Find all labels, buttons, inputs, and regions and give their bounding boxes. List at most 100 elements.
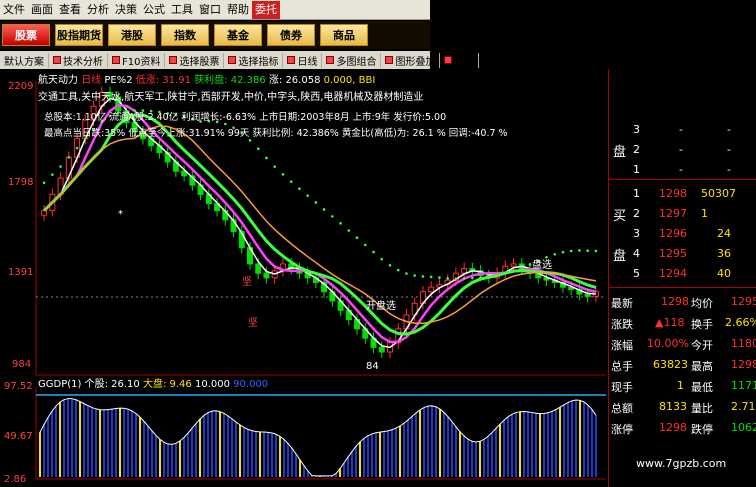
indicator-label: GGDP(1) bbox=[38, 379, 82, 390]
trend-dot bbox=[314, 201, 318, 204]
menu-tools[interactable]: 工具 bbox=[168, 1, 196, 19]
y-tick-label: 1391 bbox=[8, 267, 34, 278]
trend-dot bbox=[454, 277, 458, 280]
indicator-individual: 个股: 26.10 bbox=[84, 379, 140, 390]
toolbar-select-indicator[interactable]: 选择指标 bbox=[224, 52, 284, 68]
trend-dot bbox=[429, 275, 433, 279]
y-tick-label: 984 bbox=[12, 359, 32, 370]
chart-area[interactable]: 盘选 开盘选 坚 坚 84 * 2209 1798 1391 984 航天动力 … bbox=[0, 69, 606, 487]
category-commodities-button[interactable]: 商品 bbox=[320, 24, 368, 46]
candle-body bbox=[428, 286, 435, 293]
trend-dot bbox=[298, 187, 301, 190]
quote-divider bbox=[609, 179, 756, 180]
trend-dot bbox=[462, 277, 466, 280]
category-bar: 股票 股指期货 港股 指数 基金 债券 商品 bbox=[0, 21, 430, 49]
trend-dot bbox=[471, 276, 474, 280]
stock-header-line: 航天动力 日线 PE%2 低涨: 31.91 获利盘: 42.386 涨: 26… bbox=[38, 71, 375, 86]
annotation-pan-xuan: 盘选 bbox=[532, 258, 552, 271]
candle-body bbox=[461, 268, 468, 274]
stat-row: 现手 1 最低 1171 bbox=[611, 379, 756, 394]
ask-section-label: 盘 bbox=[613, 145, 627, 160]
indicator-v4: 90.000 bbox=[233, 379, 269, 390]
category-hk-stocks-button[interactable]: 港股 bbox=[108, 24, 156, 46]
trend-dot bbox=[479, 276, 482, 280]
menu-analysis[interactable]: 分析 bbox=[84, 1, 112, 19]
rise-text: 涨: 26.058 bbox=[268, 75, 321, 86]
toolbar-daily[interactable]: 日线 bbox=[283, 52, 323, 68]
indicator-icon bbox=[228, 56, 237, 64]
chart-icon bbox=[53, 56, 61, 64]
trend-dot bbox=[438, 276, 441, 279]
bid-row[interactable]: 1 1298 50307 bbox=[609, 183, 756, 203]
profit-text: 获利盘: 42.386 bbox=[194, 75, 266, 86]
indicator-y-tick: 2.86 bbox=[4, 474, 27, 485]
menu-view[interactable]: 画面 bbox=[28, 1, 56, 19]
menu-bar: 文件 画面 查看 分析 决策 公式 工具 窗口 帮助 委托 bbox=[0, 0, 430, 20]
trend-dot bbox=[51, 173, 54, 176]
category-bonds-button[interactable]: 债券 bbox=[267, 24, 315, 46]
trend-dot bbox=[405, 272, 408, 275]
ask-row: 盘 2 - - bbox=[613, 143, 731, 160]
trend-dot bbox=[388, 264, 392, 267]
category-index-button[interactable]: 指数 bbox=[161, 24, 209, 46]
y-tick-label: 1798 bbox=[8, 177, 34, 188]
ask-row: 3 - - bbox=[633, 123, 731, 136]
category-index-futures-button[interactable]: 股指期货 bbox=[55, 24, 103, 46]
menu-window[interactable]: 窗口 bbox=[196, 1, 224, 19]
trend-dot bbox=[42, 181, 46, 185]
toolbar-default-scheme[interactable]: 默认方案 bbox=[0, 52, 49, 68]
candle-body bbox=[378, 346, 385, 353]
list-icon bbox=[169, 56, 178, 64]
trend-dot bbox=[512, 269, 515, 272]
bid-row[interactable]: 3 1296 24 bbox=[609, 223, 756, 243]
stat-row: 最新 1298 均价 1295 bbox=[611, 295, 756, 310]
category-stocks-button[interactable]: 股票 bbox=[2, 24, 50, 46]
toolbar-f10[interactable]: F10资料 bbox=[108, 52, 166, 68]
indicator-header: GGDP(1) 个股: 26.10 大盘: 9.46 10.000 90.000 bbox=[38, 375, 268, 390]
trend-dot bbox=[347, 229, 351, 232]
toolbar-technical-analysis[interactable]: 技术分析 bbox=[49, 52, 108, 68]
indicator-y-tick: 97.52 bbox=[4, 381, 33, 392]
trend-dot bbox=[256, 147, 260, 150]
trend-dot bbox=[528, 263, 532, 266]
stat-row: 总手 63823 最高 1298 bbox=[611, 358, 756, 373]
bid-row[interactable]: 盘 4 1295 36 bbox=[609, 243, 756, 264]
trend-dot bbox=[495, 274, 499, 277]
menu-file[interactable]: 文件 bbox=[0, 1, 28, 19]
trend-dot bbox=[322, 208, 326, 211]
grid-icon bbox=[326, 56, 335, 64]
category-funds-button[interactable]: 基金 bbox=[214, 24, 262, 46]
trend-dot bbox=[265, 156, 268, 160]
stat-row: 总额 8133 量比 2.71 bbox=[611, 400, 756, 415]
bid-row[interactable]: 买 2 1297 1 bbox=[609, 203, 756, 224]
stock-period: 日线 bbox=[81, 75, 102, 86]
menu-help[interactable]: 帮助 bbox=[224, 1, 252, 19]
trend-dot bbox=[561, 250, 565, 254]
ask-row: 1 - - bbox=[633, 163, 731, 176]
trend-dot bbox=[380, 257, 384, 261]
menu-trade[interactable]: 委托 bbox=[252, 0, 280, 19]
y-tick-label: 2209 bbox=[8, 81, 34, 92]
menu-decision[interactable]: 决策 bbox=[112, 1, 140, 19]
trend-dot bbox=[273, 165, 277, 168]
menu-query[interactable]: 查看 bbox=[56, 1, 84, 19]
trend-dot bbox=[520, 266, 524, 269]
trend-dot bbox=[569, 249, 573, 253]
toolbar-select-stock[interactable]: 选择股票 bbox=[165, 52, 225, 68]
industry-line: 交通工具,关中天水,航天军工,陕甘宁,西部开发,中价,中字头,陕西,电器机械及器… bbox=[38, 92, 424, 103]
bid-section-label-2: 盘 bbox=[613, 249, 627, 264]
stock-info-line-3: 最高点当日跌:35% 低点至今上涨:31.91% 99天 获利比例: 42.38… bbox=[44, 128, 508, 139]
extra-text: 0.000, BBI bbox=[323, 75, 376, 86]
bid-row[interactable]: 5 1294 40 bbox=[609, 263, 756, 283]
stat-row: 涨幅 10.00% 今开 1180 bbox=[611, 337, 756, 352]
annotation-low-price: 84 bbox=[366, 361, 379, 372]
candle-body bbox=[263, 272, 270, 279]
toolbar-multi-chart[interactable]: 多图组合 bbox=[322, 52, 382, 68]
calendar-icon bbox=[287, 56, 296, 64]
toolbar-overlay[interactable]: 图形叠加 bbox=[381, 52, 441, 68]
low-rise-text: 低涨: 31.91 bbox=[135, 75, 191, 86]
trend-dot bbox=[586, 249, 589, 253]
toolbar-common[interactable]: 常用 bbox=[440, 52, 480, 68]
menu-formula[interactable]: 公式 bbox=[140, 1, 168, 19]
trend-dot bbox=[372, 250, 375, 254]
